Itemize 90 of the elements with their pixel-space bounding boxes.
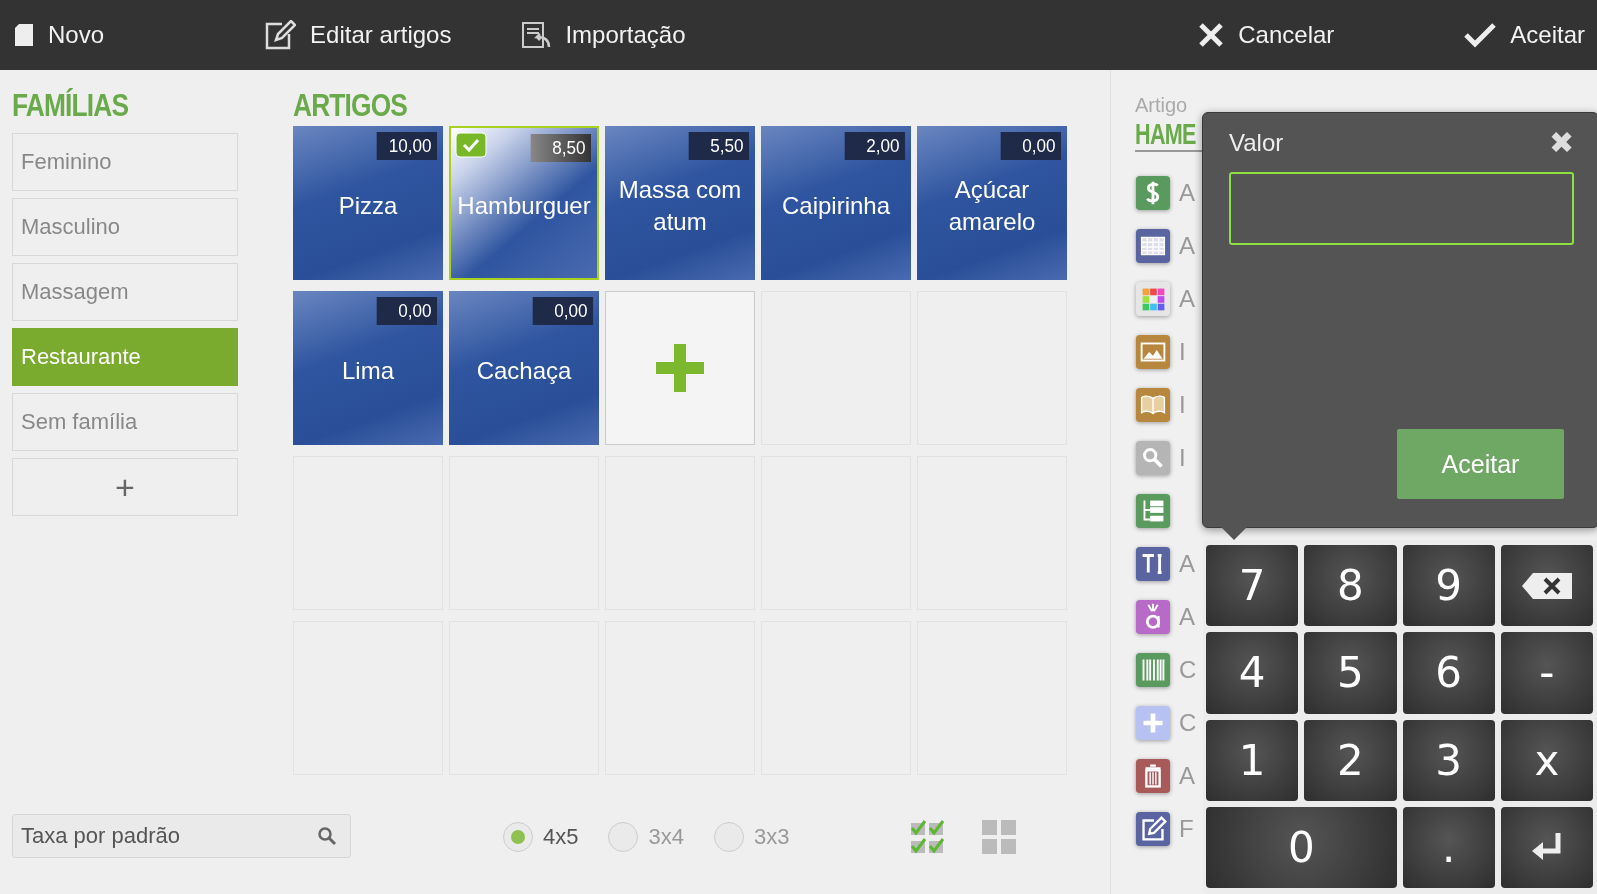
import-button[interactable]: Importação [521,21,686,49]
checkmark-icon [455,132,487,158]
new-button[interactable]: Novo [14,21,105,49]
multi-check-icon[interactable] [909,819,946,855]
article-name: Açúcar amarelo [947,174,1037,237]
article-name: Massa com atum [617,174,743,237]
add-article-button[interactable] [605,291,755,445]
action-label: A [1179,284,1195,313]
article-name: Cachaça [475,355,573,386]
search-icon [317,826,337,846]
keypad-key[interactable]: x [1500,719,1593,801]
keypad-key[interactable]: 9 [1402,545,1495,627]
keypad-key[interactable]: 1 [1206,719,1299,801]
accent-letter-icon[interactable] [1135,598,1171,635]
radio-label: 3x3 [753,824,790,850]
edit-icon[interactable] [1135,810,1171,847]
price-tag: 8,50 [530,134,591,162]
document-icon [14,23,34,47]
edit-articles-button[interactable]: Editar artigos [264,20,452,50]
keypad-key[interactable]: 6 [1402,632,1495,714]
action-label: C [1179,655,1197,684]
tax-search-field[interactable]: Taxa por padrão [12,814,351,858]
dialog-title: Valor [1229,128,1284,157]
action-label: A [1179,231,1195,260]
book-icon[interactable] [1135,386,1171,423]
article-tile[interactable]: 10,00 Pizza [293,126,443,280]
image-icon[interactable] [1135,333,1171,370]
article-tile[interactable]: 0,00 Lima [293,291,443,445]
families-heading: FAMÍLIAS [12,88,130,124]
action-label: C [1179,708,1197,737]
article-title: HAME [1135,117,1196,150]
add-family-button[interactable]: + [12,458,238,516]
barcode-icon[interactable] [1135,651,1171,688]
backspace-icon [1520,571,1573,600]
plus-icon[interactable] [1135,704,1171,741]
table-icon[interactable] [1135,227,1171,264]
close-button[interactable]: ✖ [1549,125,1574,160]
trash-icon[interactable] [1135,757,1171,794]
value-input[interactable] [1229,172,1574,245]
edit-icon [264,20,297,50]
panel-caption: Artigo [1135,94,1189,117]
keypad-key[interactable]: - [1500,632,1593,714]
price-tag: 0,00 [532,297,593,325]
article-tile[interactable]: 2,00 Caipirinha [761,126,911,280]
price-tag: 10,00 [376,132,437,160]
article-tile[interactable]: 8,50 Hamburguer [449,126,599,280]
action-label: A [1179,761,1195,790]
close-icon [1198,22,1225,48]
color-grid-icon[interactable] [1135,280,1171,317]
article-tile[interactable]: 0,00 Açúcar amarelo [917,126,1067,280]
price-tag: 2,00 [844,132,905,160]
backspace-key[interactable] [1500,545,1593,627]
plus-icon [656,344,704,392]
cancel-button[interactable]: Cancelar [1198,21,1335,49]
action-label: I [1179,443,1186,472]
radio-label: 4x5 [543,824,579,850]
keypad-key[interactable]: 8 [1304,545,1397,627]
radio-label: 3x4 [648,824,684,850]
article-name: Lima [341,355,395,386]
import-icon [521,21,552,49]
article-name: Pizza [337,190,399,221]
text-icon[interactable] [1135,545,1171,582]
price-tag: 0,00 [1000,132,1061,160]
action-label: I [1179,390,1186,419]
keypad-key[interactable]: 5 [1304,632,1397,714]
tree-icon[interactable] [1135,492,1171,529]
keypad-key[interactable]: 3 [1402,719,1495,801]
action-label: A [1179,549,1195,578]
articles-heading: ARTIGOS [293,88,409,124]
price-tag: 5,50 [688,132,749,160]
keypad-key[interactable]: 7 [1206,545,1299,627]
article-name: Hamburguer [456,190,592,221]
accept-button[interactable]: Aceitar [1464,21,1585,49]
grid-size-radio[interactable]: 4x5 [503,822,579,852]
article-tile[interactable]: 0,00 Cachaça [449,291,599,445]
keypad-key[interactable]: . [1402,806,1495,888]
article-tile[interactable]: 5,50 Massa com atum [605,126,755,280]
search-icon[interactable] [1135,439,1171,476]
keypad-key[interactable]: 2 [1304,719,1397,801]
article-name: Caipirinha [780,190,892,221]
price-tag: 0,00 [376,297,437,325]
action-label: F [1179,814,1194,843]
action-label: A [1179,178,1195,207]
check-icon [1464,22,1497,48]
keypad-key[interactable]: 0 [1206,806,1397,888]
enter-key[interactable] [1500,806,1593,888]
action-label: A [1179,602,1195,631]
action-label: I [1179,337,1186,366]
dollar-icon[interactable] [1135,174,1171,211]
keypad-key[interactable]: 4 [1206,632,1299,714]
